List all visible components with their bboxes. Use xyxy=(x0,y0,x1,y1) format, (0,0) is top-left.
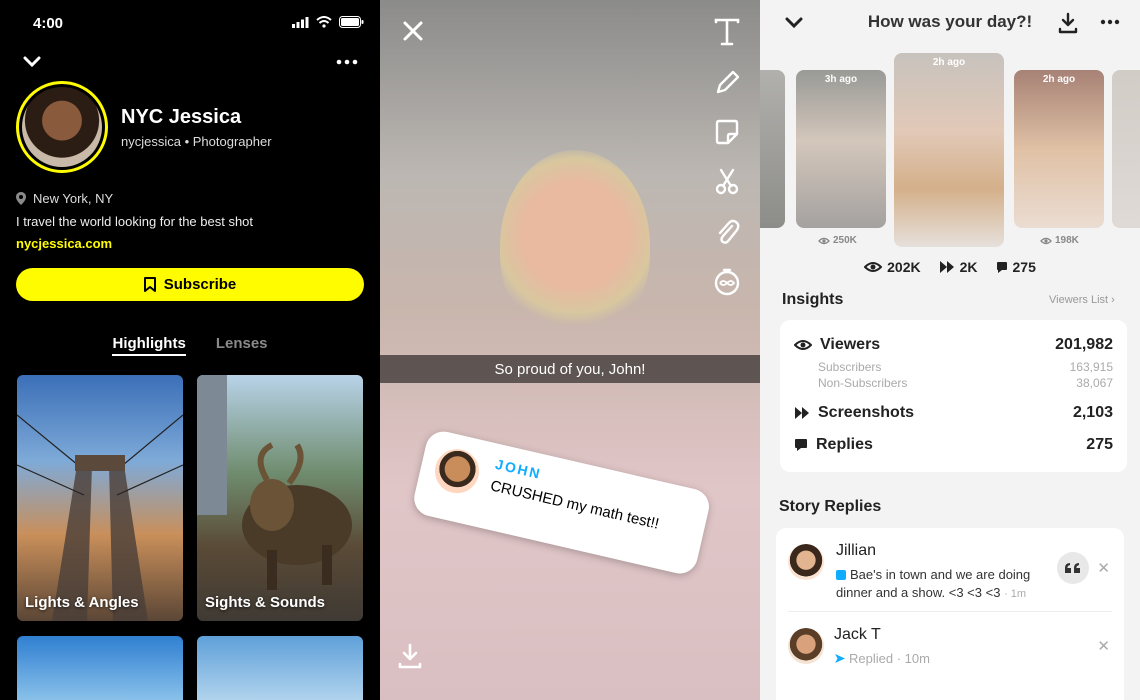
sticker-sender-name: JOHN xyxy=(493,455,544,483)
story-thumbnail[interactable]: 3h ago xyxy=(796,70,886,228)
quote-icon xyxy=(1065,563,1080,573)
non-subscribers-row: Non-Subscribers 38,067 xyxy=(818,376,1113,390)
wifi-icon xyxy=(316,16,332,28)
story-replies-card: Jillian Bae's in town and we are doing d… xyxy=(776,528,1124,700)
timer-icon[interactable] xyxy=(714,268,740,296)
quote-reply-button[interactable] xyxy=(1057,552,1089,584)
divider xyxy=(788,611,1112,612)
viewers-count: 201,982 xyxy=(1055,336,1113,353)
text-icon[interactable] xyxy=(714,18,740,46)
chevron-down-icon[interactable] xyxy=(22,52,42,72)
download-icon[interactable] xyxy=(1058,12,1078,34)
story-thumbnail[interactable]: 2h ago xyxy=(1014,70,1104,228)
avatar-photo xyxy=(22,87,102,167)
chat-icon xyxy=(836,570,846,580)
story-title: How was your day?! xyxy=(867,12,1033,31)
reply-message: Bae's in town and we are doing dinner an… xyxy=(836,567,1031,600)
bitmoji-avatar xyxy=(788,628,824,664)
reply-sender-name: Jillian xyxy=(836,542,877,559)
bridge-illustration xyxy=(17,414,183,621)
story-thumbnail[interactable] xyxy=(760,70,785,228)
chat-bubble-icon xyxy=(996,261,1007,273)
editor-toolbar xyxy=(714,18,740,296)
scissors-icon[interactable] xyxy=(714,168,740,196)
snap-photo xyxy=(500,150,650,340)
screenshots-row[interactable]: Screenshots 2,103 xyxy=(794,404,1113,422)
tile-label: Lights & Angles xyxy=(25,594,139,611)
battery-icon xyxy=(339,16,364,28)
screenshots-count: 2,103 xyxy=(1072,404,1113,421)
more-options-icon[interactable] xyxy=(1100,14,1120,30)
thumbnail-age: 3h ago xyxy=(824,74,858,85)
bookmark-icon xyxy=(143,277,156,292)
chat-bubble-icon xyxy=(795,439,807,451)
paperclip-icon[interactable] xyxy=(714,218,740,246)
profile-name: NYC Jessica xyxy=(121,106,242,128)
profile-location: New York, NY xyxy=(16,191,113,206)
tab-highlights[interactable]: Highlights xyxy=(112,335,186,356)
story-summary-stats: 202K 2K 275 xyxy=(760,259,1140,275)
profile-website-link[interactable]: nycjessica.com xyxy=(16,236,112,251)
reply-status: Replied · 10m xyxy=(834,650,1054,668)
highlight-tile[interactable]: Lights & Angles xyxy=(17,375,183,621)
location-pin-icon xyxy=(16,192,26,205)
eye-icon xyxy=(1040,237,1052,244)
screenshot-arrows-icon xyxy=(939,261,954,273)
bitmoji-avatar xyxy=(430,444,484,498)
thumbnail-age: 2h ago xyxy=(1042,74,1076,85)
tab-lenses[interactable]: Lenses xyxy=(216,335,268,356)
profile-avatar[interactable] xyxy=(16,81,108,173)
subscribe-button[interactable]: Subscribe xyxy=(16,268,364,301)
eye-icon xyxy=(864,262,883,272)
thumbnail-views: 198K xyxy=(1040,235,1079,246)
highlight-tile[interactable] xyxy=(197,636,363,700)
pencil-icon[interactable] xyxy=(714,68,740,96)
dismiss-reply-icon[interactable]: ✕ xyxy=(1097,559,1110,577)
subscribe-label: Subscribe xyxy=(163,276,237,293)
profile-handle: nycjessica • Photographer xyxy=(121,134,272,149)
eye-icon xyxy=(818,237,830,244)
sticker-icon[interactable] xyxy=(714,118,740,146)
bull-statue-illustration xyxy=(197,375,352,590)
replies-row[interactable]: Replies 275 xyxy=(794,436,1113,454)
close-icon[interactable] xyxy=(402,20,424,42)
snap-editor-panel: So proud of you, John! xyxy=(380,0,760,700)
screenshot-arrows-icon xyxy=(795,407,809,419)
replied-arrow-icon xyxy=(835,654,845,663)
viewers-list-link[interactable]: Viewers List › xyxy=(1049,294,1115,306)
eye-icon xyxy=(794,340,812,350)
location-text: New York, NY xyxy=(33,191,114,206)
profile-tabs: Highlights Lenses xyxy=(0,335,380,356)
status-bar: 4:00 xyxy=(0,0,380,46)
story-thumbnail[interactable] xyxy=(1112,70,1140,228)
profile-bio: I travel the world looking for the best … xyxy=(16,214,254,229)
replies-stat: 275 xyxy=(996,259,1036,275)
highlight-tile[interactable] xyxy=(17,636,183,700)
signal-icon xyxy=(292,16,309,28)
story-thumbnail-selected[interactable]: 2h ago xyxy=(894,53,1004,247)
views-stat: 202K xyxy=(864,259,921,275)
story-replies-heading: Story Replies xyxy=(779,498,882,515)
thumbnail-age: 2h ago xyxy=(932,57,966,68)
snap-caption[interactable]: So proud of you, John! xyxy=(380,355,760,383)
bitmoji-avatar xyxy=(788,544,824,580)
download-icon[interactable] xyxy=(398,643,422,669)
replies-count: 275 xyxy=(1086,436,1113,453)
dismiss-reply-icon[interactable]: ✕ xyxy=(1097,637,1110,655)
highlight-tile[interactable]: Sights & Sounds xyxy=(197,375,363,621)
tile-label: Sights & Sounds xyxy=(205,594,325,611)
thumbnail-views: 250K xyxy=(818,235,857,246)
status-time: 4:00 xyxy=(33,15,64,32)
sticker-message: CRUSHED my math test!! xyxy=(488,477,661,533)
insights-card: Viewers 201,982 Subscribers 163,915 Non-S… xyxy=(780,320,1127,472)
story-insights-panel: How was your day?! 3h ago 2h ago 2h ago … xyxy=(760,0,1140,700)
subscribers-row: Subscribers 163,915 xyxy=(818,360,1113,374)
viewers-row[interactable]: Viewers 201,982 xyxy=(794,336,1113,354)
reply-sender-name: Jack T xyxy=(834,626,881,643)
screenshots-stat: 2K xyxy=(939,259,978,275)
more-options-icon[interactable] xyxy=(336,52,358,72)
status-icons xyxy=(292,16,364,28)
profile-panel: 4:00 NYC Jessica nycjessica • Photograph… xyxy=(0,0,380,700)
insights-heading: Insights xyxy=(782,291,844,308)
